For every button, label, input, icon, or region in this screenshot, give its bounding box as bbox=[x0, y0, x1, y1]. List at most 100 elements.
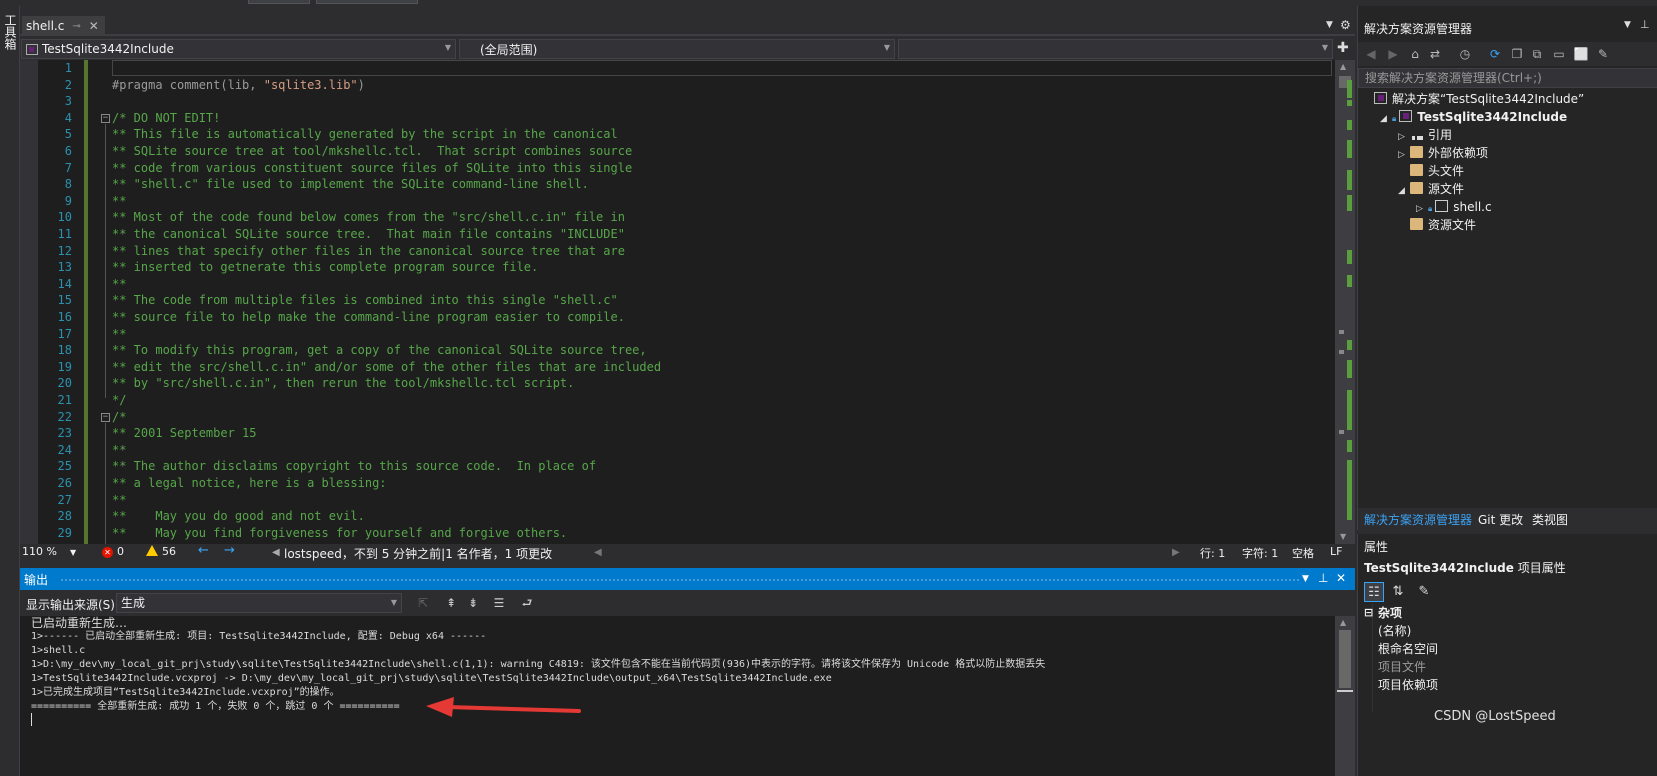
code-line[interactable]: 28 ** May you do good and not evil. bbox=[20, 508, 1335, 525]
code-line[interactable]: 6 ** SQLite source tree at tool/mkshellc.… bbox=[20, 143, 1335, 160]
zoom-level[interactable]: 110 % bbox=[22, 545, 57, 558]
scroll-thumb[interactable] bbox=[1339, 630, 1351, 688]
code-line[interactable]: 22 /* − bbox=[20, 409, 1335, 426]
project-dropdown[interactable]: TestSqlite3442Include ▼ bbox=[21, 39, 456, 59]
warning-count[interactable]: 56 bbox=[146, 545, 176, 558]
collapse-icon[interactable]: − bbox=[101, 412, 110, 422]
code-line[interactable]: 7 ** code from various constituent source… bbox=[20, 160, 1335, 177]
property-category[interactable]: ⊟ 杂项 bbox=[1358, 604, 1657, 622]
tree-item[interactable]: ◢ 🔒︎ TestSqlite3442Include bbox=[1380, 108, 1567, 126]
editor-vertical-scrollbar[interactable]: ▲ ▼ bbox=[1335, 60, 1355, 544]
code-line[interactable]: 14 ** bbox=[20, 276, 1335, 293]
properties-icon[interactable]: ▭ bbox=[1550, 45, 1568, 63]
code-line[interactable]: 13 ** inserted to getnerate this complete… bbox=[20, 259, 1335, 276]
code-line[interactable]: 17 ** bbox=[20, 326, 1335, 343]
chevron-down-icon[interactable]: ▼ bbox=[70, 548, 76, 557]
properties-object[interactable]: TestSqlite3442Include 项目属性 bbox=[1364, 559, 1566, 576]
pin-icon[interactable]: ⊸ bbox=[72, 21, 80, 32]
property-row[interactable]: 根命名空间 bbox=[1358, 640, 1657, 658]
arrow-right-icon[interactable]: → bbox=[224, 543, 235, 558]
chevron-down-icon[interactable]: ▼ bbox=[1624, 20, 1631, 30]
code-line[interactable]: 10 ** Most of the code found below comes … bbox=[20, 209, 1335, 226]
code-line[interactable]: 24 ** bbox=[20, 442, 1335, 459]
solution-explorer-search[interactable]: 搜索解决方案资源管理器(Ctrl+;) bbox=[1358, 68, 1657, 88]
drag-grip[interactable] bbox=[60, 578, 1300, 582]
scope-dropdown[interactable]: (全局范围) ▼ bbox=[459, 39, 895, 59]
code-line[interactable]: 19 ** edit the src/shell.c.in" and/or som… bbox=[20, 359, 1335, 376]
code-line[interactable]: 8 ** "shell.c" file used to implement the… bbox=[20, 176, 1335, 193]
code-line[interactable]: 18 ** To modify this program, get a copy … bbox=[20, 342, 1335, 359]
collapse-icon[interactable]: − bbox=[101, 113, 110, 123]
toolbox-label[interactable]: 工具箱 bbox=[2, 14, 19, 50]
scroll-down-icon[interactable]: ▼ bbox=[1340, 532, 1346, 541]
error-count[interactable]: ✕ 0 bbox=[102, 545, 124, 558]
toolbar-control[interactable] bbox=[248, 0, 310, 4]
code-line[interactable]: 9 ** bbox=[20, 193, 1335, 210]
output-text-area[interactable]: 已启动重新生成… 1>------ 已启动全部重新生成: 项目: TestSqli… bbox=[20, 616, 1335, 776]
code-editor[interactable]: 1 2 #pragma comment(lib, "sqlite3.lib") 3 4/… bbox=[20, 60, 1335, 544]
tab-class-view[interactable]: 类视图 bbox=[1532, 511, 1568, 528]
property-row[interactable]: 项目文件 bbox=[1358, 658, 1657, 676]
refresh-icon[interactable]: ⟳ bbox=[1486, 45, 1504, 63]
word-wrap-icon[interactable]: ⮐ bbox=[518, 594, 536, 612]
previous-message-icon[interactable]: ⇞ bbox=[442, 594, 460, 612]
show-all-files-icon[interactable]: ⧉ bbox=[1528, 45, 1546, 63]
scroll-right-icon[interactable]: ▶ bbox=[1172, 547, 1180, 558]
code-line[interactable]: 20 ** by "src/shell.c.in", then rerun the… bbox=[20, 375, 1335, 392]
code-line[interactable]: 15 ** The code from multiple files is com… bbox=[20, 292, 1335, 309]
gear-icon[interactable]: ⚙ bbox=[1340, 18, 1351, 32]
scroll-up-icon[interactable]: ▲ bbox=[1340, 618, 1346, 627]
arrow-left-icon[interactable]: ← bbox=[198, 543, 209, 558]
collapse-all-icon[interactable]: ❐ bbox=[1508, 45, 1526, 63]
code-line[interactable]: 1 bbox=[20, 60, 1335, 77]
tree-item[interactable]: 解决方案“TestSqlite3442Include” bbox=[1362, 90, 1584, 108]
categorized-icon[interactable]: ☷ bbox=[1364, 582, 1384, 602]
tree-item[interactable]: ▷ 引用 bbox=[1398, 126, 1452, 144]
code-line[interactable]: 25 ** The author disclaims copyright to t… bbox=[20, 458, 1335, 475]
whitespace-indicator[interactable]: 空格 bbox=[1292, 545, 1314, 561]
tree-item[interactable]: ▷ 🔒︎ shell.c bbox=[1416, 198, 1492, 216]
code-line[interactable]: 11 ** the canonical SQLite source tree. T… bbox=[20, 226, 1335, 243]
expanded-arrow-icon[interactable]: ◢ bbox=[1380, 110, 1392, 128]
pin-icon[interactable]: ⊥ bbox=[1318, 571, 1328, 585]
code-line[interactable]: 16 ** source file to help make the comman… bbox=[20, 309, 1335, 326]
git-info[interactable]: lostspeed，不到 5 分钟之前|1 名作者，1 项更改 bbox=[284, 545, 552, 562]
tree-item[interactable]: 头文件 bbox=[1398, 162, 1464, 180]
code-line[interactable]: 27 ** bbox=[20, 492, 1335, 509]
tree-item[interactable]: ◢ 源文件 bbox=[1398, 180, 1464, 198]
code-line[interactable]: 2 #pragma comment(lib, "sqlite3.lib") bbox=[20, 77, 1335, 94]
code-line[interactable]: 5 ** This file is automatically generated… bbox=[20, 126, 1335, 143]
tab-shell-c[interactable]: shell.c ⊸ ✕ bbox=[22, 16, 105, 36]
preview-icon[interactable]: ⬜ bbox=[1572, 45, 1590, 63]
tree-item[interactable]: 资源文件 bbox=[1398, 216, 1476, 234]
tree-item[interactable]: ▷ 外部依赖项 bbox=[1398, 144, 1488, 162]
pin-icon[interactable]: ⊥ bbox=[1640, 18, 1650, 31]
home-icon[interactable]: ⌂ bbox=[1406, 45, 1424, 63]
find-message-icon[interactable]: ⇱ bbox=[414, 594, 432, 612]
member-dropdown[interactable]: ▼ bbox=[898, 39, 1333, 59]
code-line[interactable]: 12 ** lines that specify other files in t… bbox=[20, 243, 1335, 260]
back-icon[interactable]: ◀ bbox=[1362, 45, 1380, 63]
tab-overflow-icon[interactable]: ▼ bbox=[1326, 20, 1333, 30]
switch-views-icon[interactable]: ⇄ bbox=[1426, 45, 1444, 63]
next-message-icon[interactable]: ⇟ bbox=[464, 594, 482, 612]
close-icon[interactable]: ✕ bbox=[1336, 571, 1346, 585]
code-line[interactable]: 4 /* DO NOT EDIT! − bbox=[20, 110, 1335, 127]
output-panel-header[interactable]: 输出 ▼ ⊥ ✕ bbox=[20, 568, 1355, 590]
scroll-up-icon[interactable]: ▲ bbox=[1340, 62, 1346, 71]
scroll-left-icon[interactable]: ◀ bbox=[594, 547, 602, 558]
output-vertical-scrollbar[interactable]: ▲ bbox=[1335, 616, 1355, 776]
history-icon[interactable]: ◷ bbox=[1456, 45, 1474, 63]
tab-git-changes[interactable]: Git 更改 bbox=[1478, 511, 1523, 528]
toolbar-control[interactable] bbox=[316, 0, 418, 4]
property-pages-icon[interactable]: ✎ bbox=[1414, 582, 1434, 602]
code-line[interactable]: 26 ** a legal notice, here is a blessing: bbox=[20, 475, 1335, 492]
chevron-down-icon[interactable]: ▼ bbox=[1302, 574, 1309, 584]
forward-icon[interactable]: ▶ bbox=[1384, 45, 1402, 63]
close-icon[interactable]: ✕ bbox=[89, 19, 99, 33]
code-line[interactable]: 21 */ bbox=[20, 392, 1335, 409]
clear-all-icon[interactable]: ☰ bbox=[490, 594, 508, 612]
alphabetical-icon[interactable]: ⇅ bbox=[1388, 582, 1408, 602]
toolbox-strip[interactable]: 工具箱 bbox=[0, 6, 20, 776]
collapse-icon[interactable]: ⊟ bbox=[1364, 604, 1373, 622]
